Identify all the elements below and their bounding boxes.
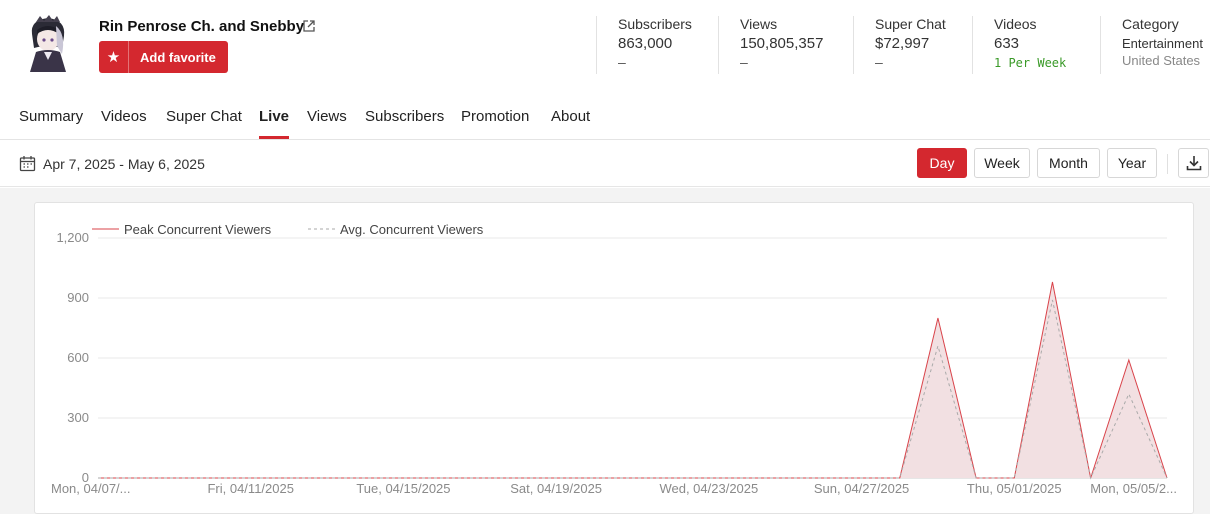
live-viewers-chart: 03006009001,200Mon, 04/07/... Fri, 04/11/… [51, 222, 1177, 496]
channel-avatar[interactable] [22, 14, 74, 74]
category-country: United States [1122, 53, 1201, 68]
stat-subscribers: Subscribers 863,000 – [596, 16, 692, 74]
y-tick-label: 1,200 [56, 230, 89, 245]
legend-peak-label: Peak Concurrent Viewers [124, 222, 272, 237]
period-day-button[interactable]: Day [917, 148, 967, 178]
period-year-button[interactable]: Year [1107, 148, 1157, 178]
period-week-button[interactable]: Week [974, 148, 1030, 178]
stat-views: Views 150,805,357 – [718, 16, 823, 74]
stat-value: 150,805,357 [740, 35, 824, 52]
stat-value: 863,000 [618, 35, 673, 52]
period-month-button[interactable]: Month [1037, 148, 1100, 178]
stat-rate: 1 Per Week [994, 56, 1067, 70]
x-tick-label: Sun, 04/27/2025 [814, 481, 909, 496]
toolbar-divider [1167, 154, 1168, 174]
stat-value: 633 [994, 35, 1020, 52]
stat-category: Category Entertainment United States [1100, 16, 1203, 74]
tab-promotion[interactable]: Promotion [461, 108, 529, 125]
x-tick-label: Mon, 04/07/... [51, 481, 131, 496]
chart-card: 0 300 600 900 1,200 Mon, 04/07/... Fri, 04/11/… [34, 202, 1194, 514]
y-tick-label: 300 [67, 410, 89, 425]
legend-avg-label: Avg. Concurrent Viewers [340, 222, 484, 237]
stat-title: Category [1122, 16, 1179, 32]
peak-area-fill [98, 282, 1167, 478]
channel-name[interactable]: Rin Penrose Ch. and Snebby [99, 18, 304, 35]
x-tick-label: Wed, 04/23/2025 [659, 481, 758, 496]
channel-header: Rin Penrose Ch. and Snebby ★ Add favorit… [0, 0, 1210, 92]
tab-about[interactable]: About [551, 108, 590, 125]
stat-videos: Videos 633 1 Per Week [972, 16, 1066, 74]
tab-bar: Summary Videos Super Chat Live Views Sub… [0, 98, 1210, 140]
chart-toolbar: Apr 7, 2025 - May 6, 2025 Day Week Month… [0, 141, 1210, 187]
date-range-picker[interactable]: Apr 7, 2025 - May 6, 2025 [43, 156, 205, 172]
y-tick-label: 900 [67, 290, 89, 305]
tab-videos[interactable]: Videos [101, 108, 147, 125]
add-favorite-button[interactable]: ★ Add favorite [99, 41, 228, 73]
tab-summary[interactable]: Summary [19, 108, 83, 125]
x-tick-label: Thu, 05/01/2025 [967, 481, 1062, 496]
stat-value: $72,997 [875, 35, 930, 52]
stat-delta: – [618, 54, 626, 70]
tab-subscribers[interactable]: Subscribers [365, 108, 444, 125]
x-tick-label: Mon, 05/05/2... [1090, 481, 1177, 496]
chart-area: 0 300 600 900 1,200 Mon, 04/07/... Fri, 04/11/… [0, 188, 1210, 514]
peak-viewers-line [98, 281, 1168, 479]
calendar-icon[interactable] [19, 155, 36, 172]
download-icon [1186, 156, 1201, 171]
tab-views[interactable]: Views [307, 108, 347, 125]
x-tick-label: Fri, 04/11/2025 [207, 481, 293, 496]
download-button[interactable] [1178, 148, 1209, 178]
add-favorite-label: Add favorite [140, 49, 216, 65]
stat-title: Videos [994, 16, 1037, 32]
tab-super-chat[interactable]: Super Chat [166, 108, 242, 125]
category-value: Entertainment [1122, 36, 1203, 51]
stat-title: Super Chat [875, 16, 946, 32]
star-icon: ★ [99, 41, 129, 73]
stat-title: Subscribers [618, 16, 692, 32]
stat-title: Views [740, 16, 778, 32]
x-tick-label: Tue, 04/15/2025 [356, 481, 450, 496]
external-link-icon[interactable] [302, 19, 316, 33]
stat-superchat: Super Chat $72,997 – [853, 16, 946, 74]
avg-viewers-line [98, 299, 1168, 480]
stat-delta: – [875, 54, 883, 70]
x-tick-label: Sat, 04/19/2025 [510, 481, 602, 496]
stat-delta: – [740, 54, 748, 70]
tab-live[interactable]: Live [259, 108, 290, 139]
y-tick-label: 600 [67, 350, 89, 365]
